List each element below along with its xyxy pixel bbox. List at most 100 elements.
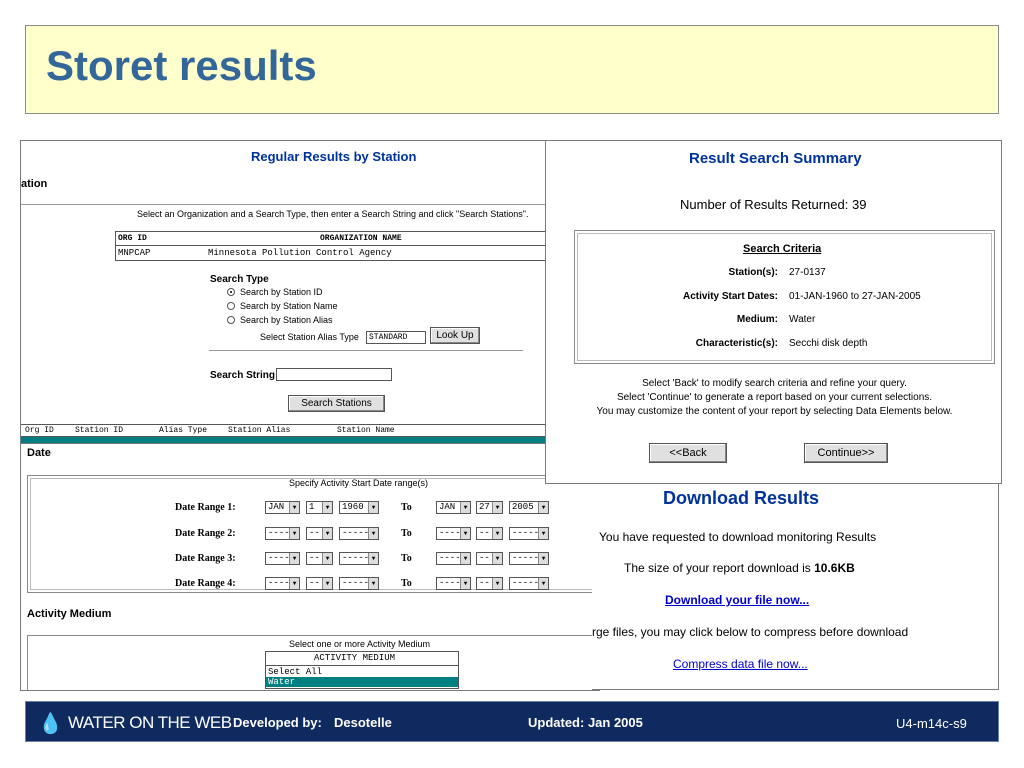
- footer-developed-value: Desotelle: [334, 715, 392, 730]
- search-type-label: Search Type: [210, 274, 269, 285]
- range3-from-month[interactable]: ---- ▼: [265, 552, 300, 565]
- result-col-station-alias: Station Alias: [228, 426, 291, 435]
- back-button[interactable]: <<Back: [649, 443, 727, 463]
- range1-to-month[interactable]: JAN ▼: [436, 501, 471, 514]
- radio-station-id[interactable]: [227, 288, 235, 296]
- org-table-header-id: ORG ID: [118, 234, 147, 243]
- range2-from-year[interactable]: ----- ▼: [339, 527, 379, 540]
- footer-slide-id: U4-m14c-s9: [896, 716, 967, 731]
- station-page-header: Regular Results by Station: [251, 149, 417, 164]
- medium-header: ACTIVITY MEDIUM: [314, 653, 396, 663]
- station-instruction: Select an Organization and a Search Type…: [137, 209, 529, 219]
- download-title: Download Results: [663, 488, 820, 508]
- range3-to-year[interactable]: ----- ▼: [509, 552, 549, 565]
- criteria-value: 27-0137: [789, 267, 826, 278]
- range1-from-day[interactable]: 1 ▼: [306, 501, 333, 514]
- date-range-label: Date Range 3:: [175, 553, 236, 564]
- divider: [116, 245, 599, 246]
- radio-station-alias[interactable]: [227, 316, 235, 324]
- download-size-value: 10.6KB: [814, 561, 855, 575]
- range1-to-day[interactable]: 27 ▼: [476, 501, 503, 514]
- medium-option-selected[interactable]: Water: [266, 677, 458, 687]
- medium-listbox[interactable]: ACTIVITY MEDIUM Select All Water: [265, 651, 459, 689]
- range4-from-day[interactable]: -- ▼: [306, 577, 333, 590]
- range4-to-year[interactable]: ----- ▼: [509, 577, 549, 590]
- range3-from-day[interactable]: -- ▼: [306, 552, 333, 565]
- to-label: To: [401, 578, 412, 589]
- criteria-title: Search Criteria: [743, 243, 822, 255]
- alias-type-label: Select Station Alias Type: [260, 332, 359, 342]
- org-table-header-name: ORGANIZATION NAME: [320, 234, 402, 243]
- compress-text: rge files, you may click below to compre…: [592, 625, 909, 639]
- result-summary-screenshot: Result Search Summary Number of Results …: [545, 140, 1002, 484]
- range2-from-month[interactable]: ---- ▼: [265, 527, 300, 540]
- criteria-label: Station(s):: [728, 267, 778, 278]
- result-col-org-id: Org ID: [25, 426, 54, 435]
- footer-logo-text: WATER ON THE WEB: [68, 713, 232, 732]
- result-col-station-id: Station ID: [75, 426, 124, 435]
- range4-to-day[interactable]: -- ▼: [476, 577, 503, 590]
- radio-station-name[interactable]: [227, 302, 235, 310]
- range2-to-day[interactable]: -- ▼: [476, 527, 503, 540]
- divider: [209, 350, 523, 351]
- range4-to-month[interactable]: ---- ▼: [436, 577, 471, 590]
- help-line: Select 'Back' to modify search criteria …: [642, 378, 907, 389]
- alias-type-input[interactable]: STANDARD: [366, 331, 426, 344]
- date-medium-screenshot: Date Specify Activity Start Date range(s…: [20, 443, 600, 691]
- result-header-row: Org ID Station ID Alias Type Station Ali…: [21, 424, 599, 437]
- search-stations-button[interactable]: Search Stations: [288, 395, 385, 412]
- result-col-alias-type: Alias Type: [159, 426, 208, 435]
- search-type-option: Search by Station Name: [240, 301, 338, 311]
- org-table: ORG ID ORGANIZATION NAME MNPCAP Minnesot…: [115, 231, 599, 261]
- range4-from-month[interactable]: ---- ▼: [265, 577, 300, 590]
- station-search-screenshot: Regular Results by Station ation Select …: [20, 140, 600, 445]
- range1-to-year[interactable]: 2005 ▼: [509, 501, 549, 514]
- download-results-screenshot: Download Results You have requested to d…: [592, 470, 999, 690]
- compress-link[interactable]: Compress data file now...: [673, 657, 808, 671]
- station-section-label: ation: [21, 178, 48, 190]
- results-count: Number of Results Returned: 39: [680, 197, 867, 212]
- criteria-label: Medium:: [736, 314, 778, 325]
- download-size-text: The size of your report download is: [624, 561, 811, 575]
- search-type-option: Search by Station ID: [240, 287, 323, 297]
- summary-title: Result Search Summary: [689, 150, 862, 167]
- to-label: To: [401, 528, 412, 539]
- range3-to-day[interactable]: -- ▼: [476, 552, 503, 565]
- range4-from-year[interactable]: ----- ▼: [339, 577, 379, 590]
- org-table-row-id[interactable]: MNPCAP: [118, 248, 150, 258]
- continue-button[interactable]: Continue>>: [804, 443, 888, 463]
- range2-to-month[interactable]: ---- ▼: [436, 527, 471, 540]
- divider: [21, 204, 599, 205]
- range2-from-day[interactable]: -- ▼: [306, 527, 333, 540]
- water-drop-icon: 💧: [38, 713, 63, 735]
- search-string-input[interactable]: [276, 368, 392, 381]
- range2-to-year[interactable]: ----- ▼: [509, 527, 549, 540]
- criteria-value: 01-JAN-1960 to 27-JAN-2005: [789, 291, 921, 302]
- criteria-value: Water: [789, 314, 816, 325]
- lookup-button[interactable]: Look Up: [430, 327, 480, 344]
- slide-title-box: Storet results: [25, 25, 999, 114]
- to-label: To: [401, 553, 412, 564]
- download-link[interactable]: Download your file now...: [665, 593, 809, 607]
- range1-from-month[interactable]: JAN ▼: [265, 501, 300, 514]
- criteria-label: Activity Start Dates:: [682, 291, 778, 302]
- divider: [266, 665, 458, 666]
- slide-footer: 💧 WATER ON THE WEB Developed by: Desotel…: [25, 701, 999, 742]
- range3-from-year[interactable]: ----- ▼: [339, 552, 379, 565]
- criteria-value: Secchi disk depth: [789, 338, 868, 349]
- range1-from-year[interactable]: 1960 ▼: [339, 501, 379, 514]
- help-line: Select 'Continue' to generate a report b…: [616, 392, 933, 403]
- date-range-label: Date Range 1:: [175, 502, 236, 513]
- date-range-label: Date Range 2:: [175, 528, 236, 539]
- to-label: To: [401, 502, 412, 513]
- date-instruction: Specify Activity Start Date range(s): [289, 478, 429, 488]
- footer-updated: Updated: Jan 2005: [528, 715, 643, 730]
- download-line1: You have requested to download monitorin…: [599, 530, 877, 544]
- medium-option[interactable]: Select All: [268, 667, 322, 677]
- date-range-label: Date Range 4:: [175, 578, 236, 589]
- footer-developed-label: Developed by:: [233, 715, 322, 730]
- org-table-row-name[interactable]: Minnesota Pollution Control Agency: [208, 248, 392, 258]
- range3-to-month[interactable]: ---- ▼: [436, 552, 471, 565]
- medium-section-label: Activity Medium: [27, 608, 112, 620]
- result-col-station-name: Station Name: [337, 426, 395, 435]
